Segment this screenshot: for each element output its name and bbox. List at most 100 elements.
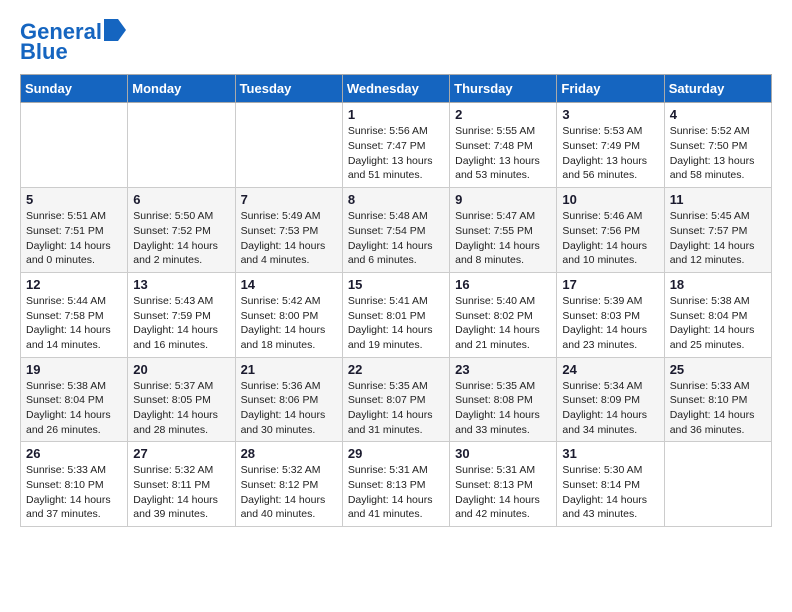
weekday-header-tuesday: Tuesday	[235, 75, 342, 103]
day-info: Sunrise: 5:55 AMSunset: 7:48 PMDaylight:…	[455, 124, 551, 183]
calendar-cell: 10 Sunrise: 5:46 AMSunset: 7:56 PMDayligh…	[557, 188, 664, 273]
logo-icon	[104, 19, 126, 41]
day-info: Sunrise: 5:56 AMSunset: 7:47 PMDaylight:…	[348, 124, 444, 183]
calendar-cell: 9 Sunrise: 5:47 AMSunset: 7:55 PMDaylight…	[450, 188, 557, 273]
day-info: Sunrise: 5:43 AMSunset: 7:59 PMDaylight:…	[133, 294, 229, 353]
day-info: Sunrise: 5:52 AMSunset: 7:50 PMDaylight:…	[670, 124, 766, 183]
day-number: 30	[455, 446, 551, 461]
day-info: Sunrise: 5:33 AMSunset: 8:10 PMDaylight:…	[26, 463, 122, 522]
calendar-cell: 13 Sunrise: 5:43 AMSunset: 7:59 PMDayligh…	[128, 272, 235, 357]
calendar-cell: 17 Sunrise: 5:39 AMSunset: 8:03 PMDayligh…	[557, 272, 664, 357]
day-info: Sunrise: 5:47 AMSunset: 7:55 PMDaylight:…	[455, 209, 551, 268]
page-header: General Blue	[20, 20, 772, 64]
day-number: 27	[133, 446, 229, 461]
day-info: Sunrise: 5:31 AMSunset: 8:13 PMDaylight:…	[348, 463, 444, 522]
weekday-header-monday: Monday	[128, 75, 235, 103]
day-info: Sunrise: 5:30 AMSunset: 8:14 PMDaylight:…	[562, 463, 658, 522]
day-info: Sunrise: 5:53 AMSunset: 7:49 PMDaylight:…	[562, 124, 658, 183]
day-number: 8	[348, 192, 444, 207]
calendar-cell: 26 Sunrise: 5:33 AMSunset: 8:10 PMDayligh…	[21, 442, 128, 527]
calendar-cell: 14 Sunrise: 5:42 AMSunset: 8:00 PMDayligh…	[235, 272, 342, 357]
calendar-cell: 1 Sunrise: 5:56 AMSunset: 7:47 PMDaylight…	[342, 103, 449, 188]
day-number: 21	[241, 362, 337, 377]
calendar-cell: 18 Sunrise: 5:38 AMSunset: 8:04 PMDayligh…	[664, 272, 771, 357]
calendar-cell: 29Sunrise: 5:31 AMSunset: 8:13 PMDayligh…	[342, 442, 449, 527]
day-number: 20	[133, 362, 229, 377]
weekday-header-friday: Friday	[557, 75, 664, 103]
day-number: 13	[133, 277, 229, 292]
day-number: 16	[455, 277, 551, 292]
day-number: 15	[348, 277, 444, 292]
day-number: 14	[241, 277, 337, 292]
day-info: Sunrise: 5:32 AMSunset: 8:11 PMDaylight:…	[133, 463, 229, 522]
day-info: Sunrise: 5:38 AMSunset: 8:04 PMDaylight:…	[26, 379, 122, 438]
calendar-cell: 11 Sunrise: 5:45 AMSunset: 7:57 PMDayligh…	[664, 188, 771, 273]
calendar-cell: 12 Sunrise: 5:44 AMSunset: 7:58 PMDayligh…	[21, 272, 128, 357]
day-info: Sunrise: 5:49 AMSunset: 7:53 PMDaylight:…	[241, 209, 337, 268]
calendar-cell: 8 Sunrise: 5:48 AMSunset: 7:54 PMDaylight…	[342, 188, 449, 273]
day-info: Sunrise: 5:45 AMSunset: 7:57 PMDaylight:…	[670, 209, 766, 268]
day-info: Sunrise: 5:34 AMSunset: 8:09 PMDaylight:…	[562, 379, 658, 438]
calendar-table: SundayMondayTuesdayWednesdayThursdayFrid…	[20, 74, 772, 527]
day-number: 28	[241, 446, 337, 461]
day-number: 9	[455, 192, 551, 207]
day-info: Sunrise: 5:42 AMSunset: 8:00 PMDaylight:…	[241, 294, 337, 353]
day-info: Sunrise: 5:40 AMSunset: 8:02 PMDaylight:…	[455, 294, 551, 353]
calendar-cell: 30 Sunrise: 5:31 AMSunset: 8:13 PMDayligh…	[450, 442, 557, 527]
calendar-cell: 22 Sunrise: 5:35 AMSunset: 8:07 PMDayligh…	[342, 357, 449, 442]
day-number: 25	[670, 362, 766, 377]
day-number: 1	[348, 107, 444, 122]
day-info: Sunrise: 5:35 AMSunset: 8:07 PMDaylight:…	[348, 379, 444, 438]
calendar-cell: 19 Sunrise: 5:38 AMSunset: 8:04 PMDayligh…	[21, 357, 128, 442]
day-number: 2	[455, 107, 551, 122]
day-number: 3	[562, 107, 658, 122]
calendar-cell: 25 Sunrise: 5:33 AMSunset: 8:10 PMDayligh…	[664, 357, 771, 442]
calendar-cell: 7 Sunrise: 5:49 AMSunset: 7:53 PMDaylight…	[235, 188, 342, 273]
logo: General Blue	[20, 20, 126, 64]
day-info: Sunrise: 5:39 AMSunset: 8:03 PMDaylight:…	[562, 294, 658, 353]
day-number: 17	[562, 277, 658, 292]
calendar-cell: 16 Sunrise: 5:40 AMSunset: 8:02 PMDayligh…	[450, 272, 557, 357]
day-number: 6	[133, 192, 229, 207]
calendar-cell	[128, 103, 235, 188]
day-number: 22	[348, 362, 444, 377]
day-info: Sunrise: 5:41 AMSunset: 8:01 PMDaylight:…	[348, 294, 444, 353]
day-number: 7	[241, 192, 337, 207]
calendar-cell: 28 Sunrise: 5:32 AMSunset: 8:12 PMDayligh…	[235, 442, 342, 527]
day-number: 26	[26, 446, 122, 461]
weekday-header-sunday: Sunday	[21, 75, 128, 103]
day-number: 4	[670, 107, 766, 122]
day-info: Sunrise: 5:51 AMSunset: 7:51 PMDaylight:…	[26, 209, 122, 268]
week-row-3: 12 Sunrise: 5:44 AMSunset: 7:58 PMDayligh…	[21, 272, 772, 357]
calendar-cell: 23 Sunrise: 5:35 AMSunset: 8:08 PMDayligh…	[450, 357, 557, 442]
day-info: Sunrise: 5:35 AMSunset: 8:08 PMDaylight:…	[455, 379, 551, 438]
week-row-1: 1 Sunrise: 5:56 AMSunset: 7:47 PMDaylight…	[21, 103, 772, 188]
day-info: Sunrise: 5:33 AMSunset: 8:10 PMDaylight:…	[670, 379, 766, 438]
calendar-cell: 2 Sunrise: 5:55 AMSunset: 7:48 PMDaylight…	[450, 103, 557, 188]
calendar-cell: 20Sunrise: 5:37 AMSunset: 8:05 PMDayligh…	[128, 357, 235, 442]
calendar-cell: 4 Sunrise: 5:52 AMSunset: 7:50 PMDaylight…	[664, 103, 771, 188]
day-number: 11	[670, 192, 766, 207]
day-info: Sunrise: 5:31 AMSunset: 8:13 PMDaylight:…	[455, 463, 551, 522]
day-info: Sunrise: 5:46 AMSunset: 7:56 PMDaylight:…	[562, 209, 658, 268]
day-info: Sunrise: 5:44 AMSunset: 7:58 PMDaylight:…	[26, 294, 122, 353]
week-row-5: 26 Sunrise: 5:33 AMSunset: 8:10 PMDayligh…	[21, 442, 772, 527]
weekday-header-wednesday: Wednesday	[342, 75, 449, 103]
day-number: 10	[562, 192, 658, 207]
day-info: Sunrise: 5:38 AMSunset: 8:04 PMDaylight:…	[670, 294, 766, 353]
week-row-4: 19 Sunrise: 5:38 AMSunset: 8:04 PMDayligh…	[21, 357, 772, 442]
day-number: 12	[26, 277, 122, 292]
weekday-header-thursday: Thursday	[450, 75, 557, 103]
day-number: 23	[455, 362, 551, 377]
calendar-cell: 5Sunrise: 5:51 AMSunset: 7:51 PMDaylight…	[21, 188, 128, 273]
calendar-cell	[664, 442, 771, 527]
day-info: Sunrise: 5:48 AMSunset: 7:54 PMDaylight:…	[348, 209, 444, 268]
weekday-header-saturday: Saturday	[664, 75, 771, 103]
day-info: Sunrise: 5:32 AMSunset: 8:12 PMDaylight:…	[241, 463, 337, 522]
calendar-cell: 15 Sunrise: 5:41 AMSunset: 8:01 PMDayligh…	[342, 272, 449, 357]
day-number: 19	[26, 362, 122, 377]
logo-text-blue: Blue	[20, 40, 68, 64]
calendar-cell	[235, 103, 342, 188]
day-number: 18	[670, 277, 766, 292]
calendar-cell: 27 Sunrise: 5:32 AMSunset: 8:11 PMDayligh…	[128, 442, 235, 527]
